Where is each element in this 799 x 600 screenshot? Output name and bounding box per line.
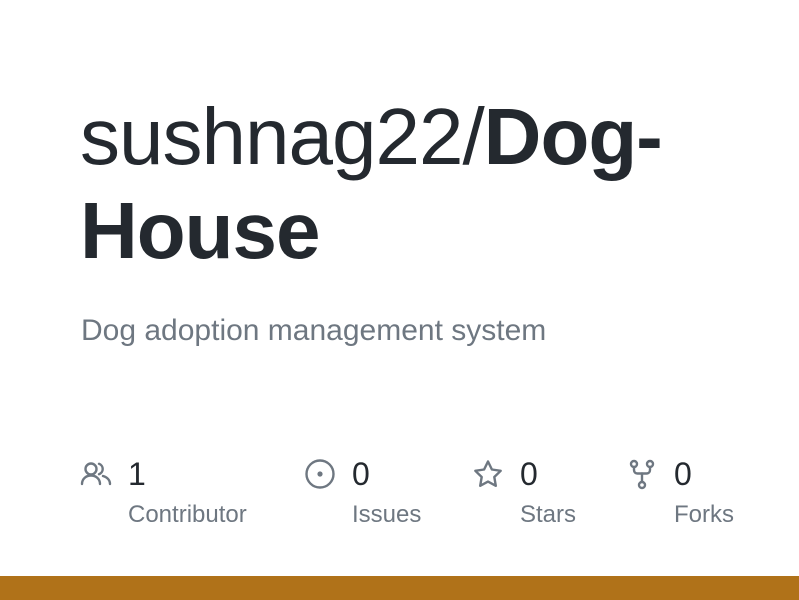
contributors-label: Contributor	[128, 501, 247, 528]
issue-circle-icon	[304, 458, 336, 490]
contributors-count: 1	[128, 456, 146, 492]
people-icon	[80, 458, 112, 490]
stars-label: Stars	[520, 501, 577, 528]
social-preview-card: sushnag22/Dog-House Dog adoption managem…	[0, 0, 799, 600]
star-icon	[472, 458, 504, 490]
fork-icon	[626, 458, 658, 490]
forks-label: Forks	[674, 501, 734, 528]
issues-count: 0	[352, 456, 370, 492]
stars-count: 0	[520, 456, 538, 492]
language-color-bar	[0, 576, 799, 600]
issues-label: Issues	[352, 501, 422, 528]
forks-count: 0	[674, 456, 692, 492]
repo-description: Dog adoption management system	[81, 314, 547, 347]
repo-title: sushnag22/Dog-House	[80, 90, 760, 278]
repo-owner: sushnag22/	[80, 92, 485, 181]
